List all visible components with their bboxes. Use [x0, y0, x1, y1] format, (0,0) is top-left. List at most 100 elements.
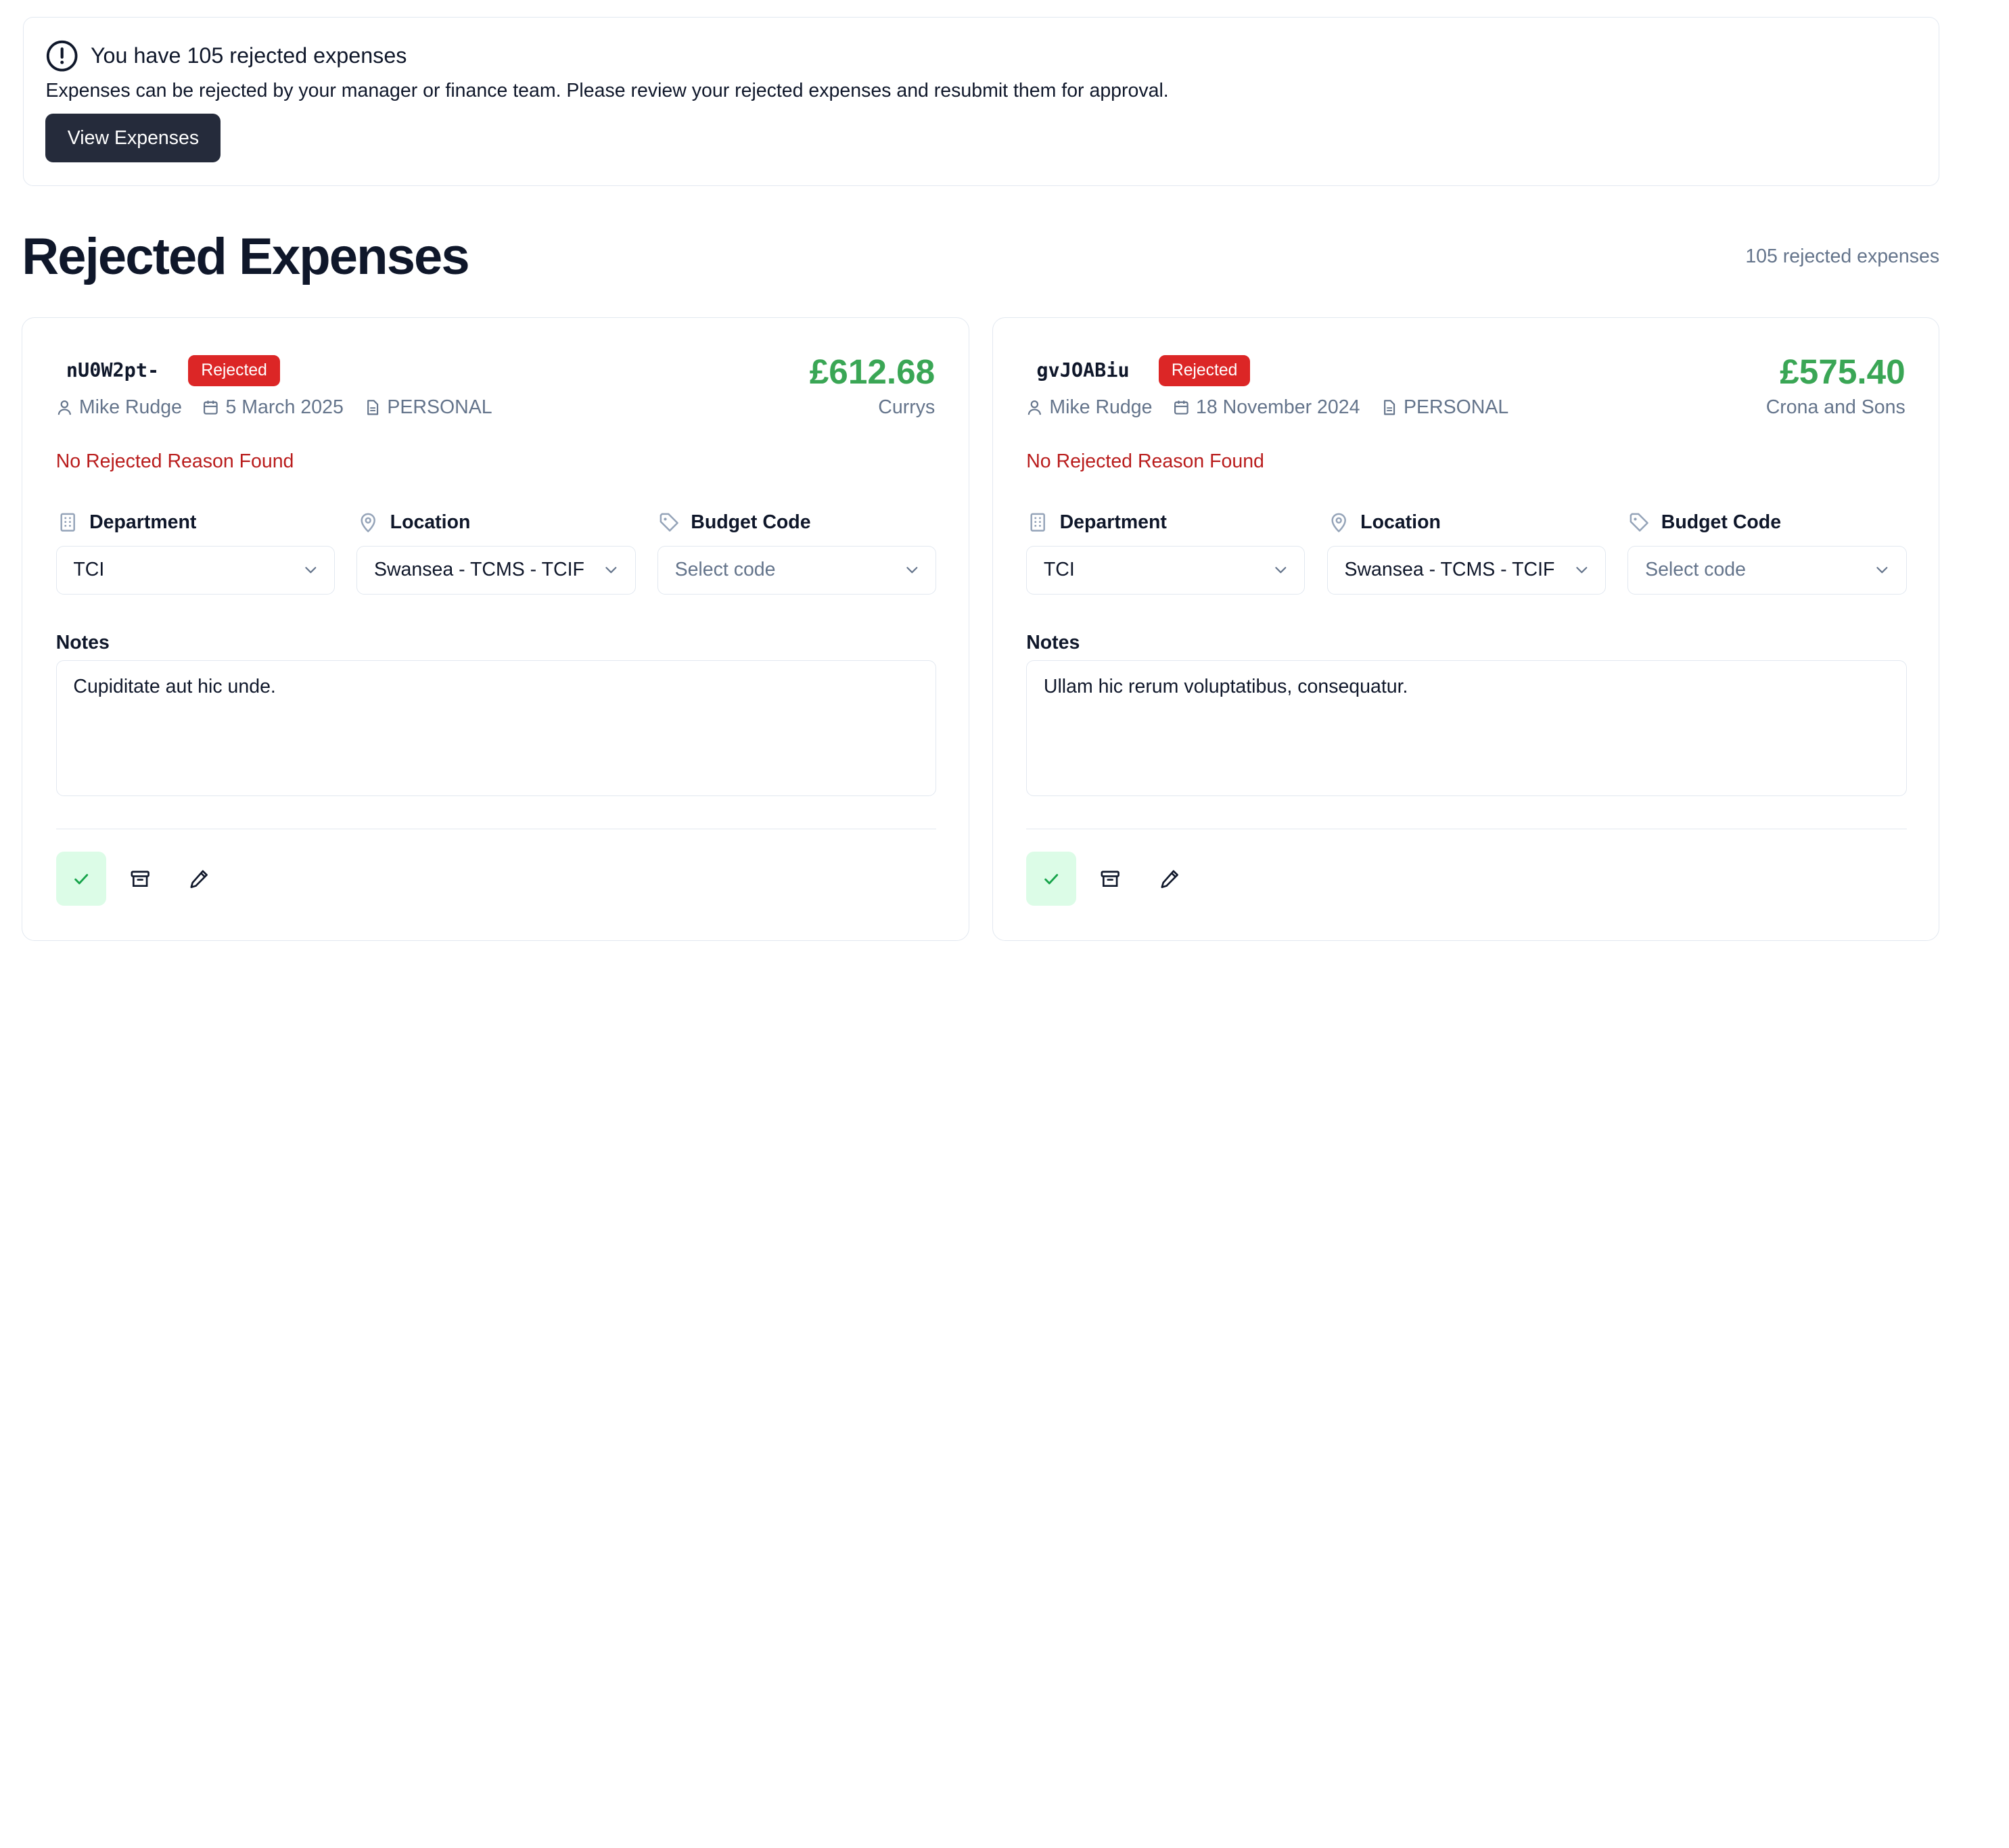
- chevron-down-icon: [605, 567, 617, 574]
- notes-textarea[interactable]: Cupiditate aut hic unde.: [55, 660, 937, 797]
- meta-type: PERSONAL: [364, 396, 492, 419]
- expense-date: 5 March 2025: [225, 396, 344, 419]
- budget-code-label-row: Budget Code: [1627, 509, 1906, 535]
- check-icon: [74, 873, 88, 884]
- calendar-icon: [1174, 400, 1188, 415]
- department-field: Department TCI: [55, 509, 335, 595]
- rejected-reason: No Rejected Reason Found: [1026, 450, 1264, 472]
- chevron-down-icon: [1575, 567, 1587, 574]
- location-value: Swansea - TCMS - TCIF: [1344, 559, 1555, 581]
- expense-vendor: Crona and Sons: [1765, 396, 1906, 419]
- check-icon: [1044, 873, 1059, 884]
- location-label: Location: [390, 511, 471, 533]
- card-divider: [55, 828, 937, 830]
- budget-code-placeholder: Select code: [674, 559, 776, 581]
- alert-description: Expenses can be rejected by your manager…: [45, 79, 1169, 101]
- document-icon: [1383, 400, 1395, 415]
- expense-amount: £612.68: [809, 352, 936, 391]
- meta-date: 5 March 2025: [202, 396, 344, 419]
- notes-label: Notes: [55, 631, 110, 653]
- user-icon: [57, 400, 71, 415]
- meta-type: PERSONAL: [1381, 396, 1508, 419]
- meta-date: 18 November 2024: [1173, 396, 1360, 419]
- archive-button[interactable]: [115, 852, 165, 906]
- budget-code-label-row: Budget Code: [657, 509, 936, 535]
- budget-code-select[interactable]: Select code: [1627, 545, 1907, 595]
- expense-meta: Mike Rudge 5 March 2025 PERSONAL: [56, 396, 513, 419]
- department-value: TCI: [1043, 559, 1075, 581]
- card-actions: [55, 851, 233, 906]
- alert-title: You have 105 rejected expenses: [90, 43, 407, 68]
- page-title: Rejected Expenses: [22, 228, 469, 286]
- department-label: Department: [89, 511, 197, 533]
- status-badge: Rejected: [1158, 355, 1251, 386]
- notes-textarea[interactable]: Ullam hic rerum voluptatibus, consequatu…: [1026, 660, 1907, 797]
- tag-icon: [660, 513, 678, 532]
- edit-button[interactable]: [1145, 852, 1195, 906]
- location-label: Location: [1360, 511, 1441, 533]
- budget-code-placeholder: Select code: [1645, 559, 1746, 581]
- expense-id: nU0W2pt-: [66, 359, 160, 382]
- chevron-down-icon: [304, 567, 316, 574]
- budget-code-label: Budget Code: [691, 511, 811, 533]
- notes-label: Notes: [1026, 631, 1080, 653]
- department-label-row: Department: [56, 509, 335, 535]
- map-pin-icon: [1331, 513, 1346, 533]
- budget-code-field: Budget Code Select code: [1627, 509, 1907, 595]
- archive-button[interactable]: [1086, 852, 1136, 906]
- edit-button[interactable]: [174, 852, 224, 906]
- budget-code-select[interactable]: Select code: [657, 545, 937, 595]
- department-select[interactable]: TCI: [55, 545, 335, 595]
- location-field: Location Swansea - TCMS - TCIF: [356, 509, 636, 595]
- user-icon: [1027, 400, 1042, 415]
- location-select[interactable]: Swansea - TCMS - TCIF: [1326, 545, 1607, 595]
- location-value: Swansea - TCMS - TCIF: [373, 559, 584, 581]
- rejected-count: 105 rejected expenses: [1745, 245, 1940, 267]
- card-actions: [1026, 851, 1203, 906]
- expense-id: gvJOABiu: [1036, 359, 1130, 382]
- user-name: Mike Rudge: [78, 396, 182, 419]
- expense-type: PERSONAL: [387, 396, 492, 419]
- expense-meta: Mike Rudge 18 November 2024 PERSONAL: [1026, 396, 1529, 419]
- location-label-row: Location: [1327, 509, 1606, 535]
- tag-icon: [1630, 513, 1649, 532]
- meta-user: Mike Rudge: [56, 396, 182, 419]
- user-name: Mike Rudge: [1049, 396, 1153, 419]
- rejected-reason: No Rejected Reason Found: [55, 450, 294, 472]
- view-expenses-button[interactable]: View Expenses: [45, 114, 221, 163]
- location-field: Location Swansea - TCMS - TCIF: [1326, 509, 1607, 595]
- expense-date: 18 November 2024: [1196, 396, 1360, 419]
- expense-card: nU0W2pt- Rejected £612.68 Currys Mike Ru…: [22, 317, 969, 941]
- department-select[interactable]: TCI: [1026, 545, 1306, 595]
- approve-button[interactable]: [1026, 851, 1077, 906]
- pencil-icon: [1161, 869, 1178, 888]
- location-label-row: Location: [356, 509, 635, 535]
- expense-amount: £575.40: [1780, 352, 1906, 391]
- building-icon: [1030, 513, 1046, 532]
- location-select[interactable]: Swansea - TCMS - TCIF: [356, 545, 636, 595]
- rejected-expenses-page: You have 105 rejected expenses Expenses …: [0, 0, 2009, 973]
- expense-card: gvJOABiu Rejected £575.40 Crona and Sons…: [992, 317, 1940, 941]
- department-label-row: Department: [1026, 509, 1305, 535]
- chevron-down-icon: [1876, 567, 1888, 574]
- archive-icon: [1101, 870, 1120, 887]
- card-divider: [1026, 828, 1907, 830]
- expense-vendor: Currys: [878, 396, 936, 419]
- alert-header: You have 105 rejected expenses: [45, 39, 1916, 72]
- expense-type: PERSONAL: [1404, 396, 1509, 419]
- department-field: Department TCI: [1026, 509, 1306, 595]
- budget-code-field: Budget Code Select code: [657, 509, 937, 595]
- approve-button[interactable]: [55, 851, 106, 906]
- rejected-alert: You have 105 rejected expenses Expenses …: [23, 16, 1940, 187]
- calendar-icon: [204, 400, 218, 415]
- alert-circle-icon: [45, 39, 78, 72]
- status-badge: Rejected: [188, 355, 280, 386]
- archive-icon: [131, 870, 149, 887]
- meta-user: Mike Rudge: [1026, 396, 1152, 419]
- budget-code-label: Budget Code: [1661, 511, 1782, 533]
- building-icon: [60, 513, 75, 532]
- map-pin-icon: [361, 513, 376, 533]
- department-value: TCI: [73, 559, 105, 581]
- chevron-down-icon: [1275, 567, 1287, 574]
- pencil-icon: [190, 869, 208, 888]
